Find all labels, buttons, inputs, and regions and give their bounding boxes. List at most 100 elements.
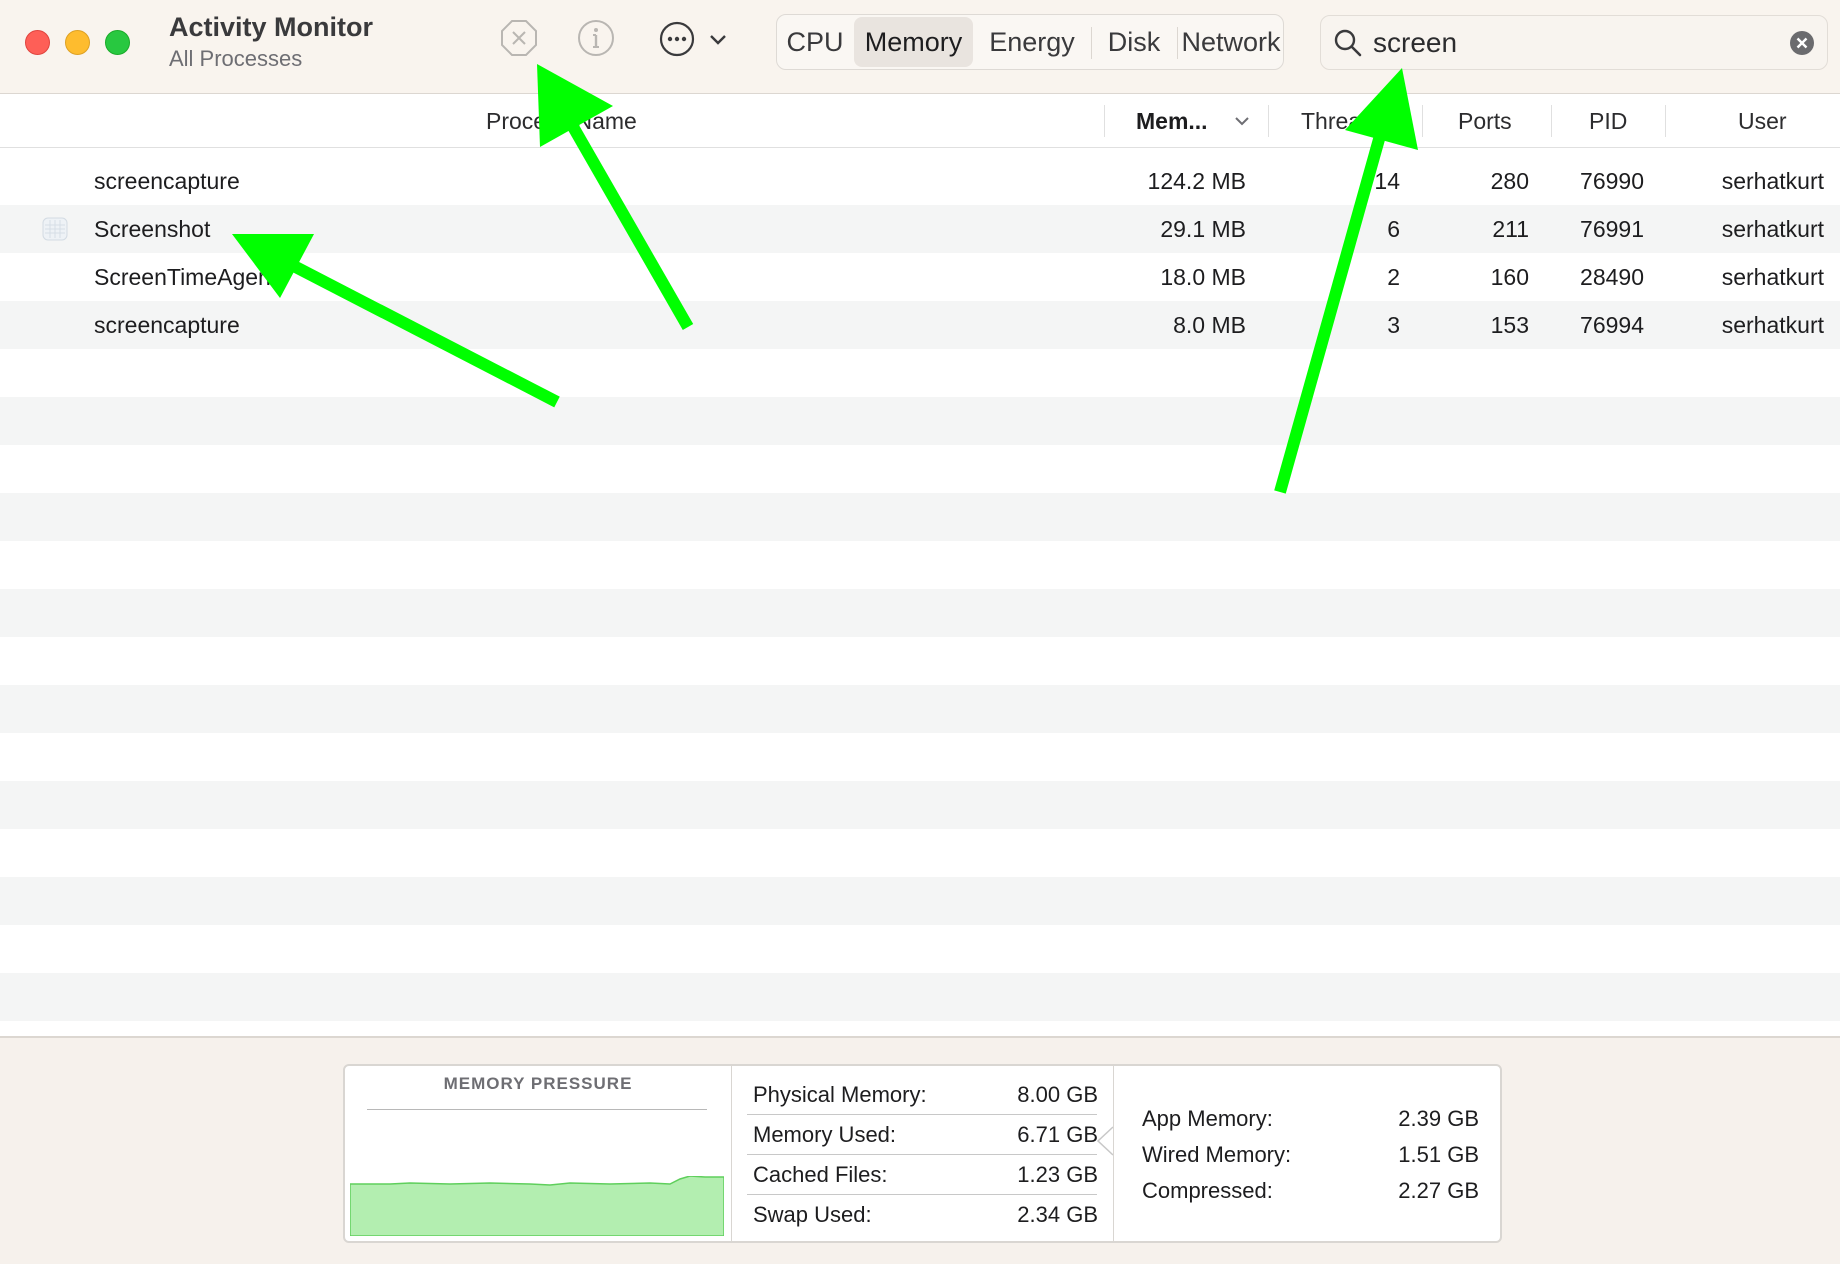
column-separator	[1422, 105, 1423, 137]
user-value: serhatkurt	[1721, 312, 1824, 338]
cached-files-row: Cached Files: 1.23 GB	[753, 1156, 1098, 1194]
search-input[interactable]	[1371, 22, 1775, 64]
process-table: screencapture 124.2 MB 14 280 76990 serh…	[0, 157, 1840, 349]
tab-energy[interactable]: Energy	[974, 15, 1090, 69]
memory-pressure-graph	[350, 1176, 724, 1236]
tab-cpu[interactable]: CPU	[777, 15, 853, 69]
memory-pressure-title: MEMORY PRESSURE	[443, 1074, 633, 1093]
swap-used-value: 2.34 GB	[1017, 1202, 1098, 1227]
memory-summary-panel: MEMORY PRESSURE Physical Memory: 8.00 GB…	[343, 1064, 1502, 1243]
memory-value: 29.1 MB	[1160, 216, 1246, 242]
table-row[interactable]: screencapture 8.0 MB 3 153 76994 serhatk…	[0, 301, 1840, 349]
empty-row	[0, 973, 1840, 1021]
stat-divider	[747, 1194, 1097, 1195]
stat-divider	[747, 1154, 1097, 1155]
minimize-window-button[interactable]	[65, 30, 90, 55]
column-header-memory[interactable]: Mem...	[1136, 95, 1208, 147]
threads-value: 2	[1387, 264, 1400, 290]
column-header-ports[interactable]: Ports	[1458, 95, 1512, 147]
bracket-pointer-icon	[1096, 1126, 1114, 1156]
empty-row	[0, 397, 1840, 445]
wired-memory-value: 1.51 GB	[1398, 1142, 1479, 1167]
table-header: Process Name Mem... Threads Ports PID Us…	[0, 95, 1840, 148]
stop-process-icon	[501, 20, 537, 56]
sort-descending-icon	[1235, 117, 1249, 126]
panel-separator	[731, 1066, 732, 1241]
window-title: Activity Monitor	[169, 12, 374, 42]
compressed-value: 2.27 GB	[1398, 1178, 1479, 1203]
app-memory-value: 2.39 GB	[1398, 1106, 1479, 1131]
ports-value: 153	[1490, 312, 1529, 338]
user-value: serhatkurt	[1721, 168, 1824, 194]
memory-used-label: Memory Used:	[753, 1122, 897, 1147]
compressed-label: Compressed:	[1142, 1178, 1273, 1203]
threads-value: 3	[1387, 312, 1400, 338]
search-field[interactable]	[1320, 15, 1828, 70]
tab-network[interactable]: Network	[1178, 15, 1283, 69]
empty-row	[0, 493, 1840, 541]
clear-search-icon[interactable]	[1789, 30, 1815, 56]
column-separator	[1551, 105, 1552, 137]
toolbar: Activity Monitor All Processes CPU Memor…	[0, 0, 1840, 94]
process-name: screencapture	[94, 312, 240, 338]
table-row[interactable]: ScreenTimeAgent 18.0 MB 2 160 28490 serh…	[0, 253, 1840, 301]
user-value: serhatkurt	[1721, 216, 1824, 242]
memory-used-value: 6.71 GB	[1017, 1122, 1098, 1147]
pid-value: 76991	[1580, 216, 1644, 242]
info-icon	[578, 20, 614, 56]
empty-row	[0, 589, 1840, 637]
pid-value: 76994	[1580, 312, 1644, 338]
empty-row	[0, 877, 1840, 925]
memory-value: 8.0 MB	[1173, 312, 1246, 338]
tab-memory[interactable]: Memory	[854, 17, 973, 67]
view-tabs: CPU Memory Energy Disk Network	[776, 14, 1284, 70]
close-window-button[interactable]	[25, 30, 50, 55]
search-icon	[1334, 29, 1362, 57]
process-name: Screenshot	[94, 216, 211, 242]
column-header-threads[interactable]: Threads	[1301, 95, 1385, 147]
more-options-button[interactable]	[657, 18, 731, 58]
column-separator	[1665, 105, 1666, 137]
wired-memory-label: Wired Memory:	[1142, 1142, 1292, 1167]
window-subtitle: All Processes	[169, 46, 303, 71]
ports-value: 211	[1492, 216, 1529, 242]
ports-value: 280	[1490, 168, 1529, 194]
table-row[interactable]: screencapture 124.2 MB 14 280 76990 serh…	[0, 157, 1840, 205]
app-memory-label: App Memory:	[1142, 1106, 1273, 1131]
compressed-row: Compressed: 2.27 GB	[1142, 1172, 1479, 1210]
swap-used-row: Swap Used: 2.34 GB	[753, 1196, 1098, 1234]
memory-value: 18.0 MB	[1160, 264, 1246, 290]
swap-used-label: Swap Used:	[753, 1202, 872, 1227]
table-row[interactable]: Screenshot 29.1 MB 6 211 76991 serhatkur…	[0, 205, 1840, 253]
memory-value: 124.2 MB	[1147, 168, 1246, 194]
pid-value: 28490	[1580, 264, 1644, 290]
column-header-pid[interactable]: PID	[1589, 95, 1627, 147]
threads-value: 14	[1374, 168, 1400, 194]
column-separator	[1268, 105, 1269, 137]
panel-separator	[1113, 1066, 1114, 1241]
physical-memory-value: 8.00 GB	[1017, 1082, 1098, 1107]
stop-process-button[interactable]	[499, 18, 539, 58]
empty-row	[0, 685, 1840, 733]
column-header-user[interactable]: User	[1738, 95, 1787, 147]
threads-value: 6	[1387, 216, 1400, 242]
process-name: ScreenTimeAgent	[94, 264, 278, 290]
physical-memory-label: Physical Memory:	[753, 1082, 927, 1107]
stat-divider	[747, 1114, 1097, 1115]
process-name: screencapture	[94, 168, 240, 194]
physical-memory-row: Physical Memory: 8.00 GB	[753, 1076, 1098, 1114]
memory-summary-footer: MEMORY PRESSURE Physical Memory: 8.00 GB…	[0, 1036, 1840, 1264]
column-separator	[1104, 105, 1105, 137]
empty-row	[0, 781, 1840, 829]
pid-value: 76990	[1580, 168, 1644, 194]
zoom-window-button[interactable]	[105, 30, 130, 55]
ports-value: 160	[1490, 264, 1529, 290]
inspect-process-button[interactable]	[576, 18, 616, 58]
more-options-icon	[659, 21, 726, 57]
wired-memory-row: Wired Memory: 1.51 GB	[1142, 1136, 1479, 1174]
cached-files-label: Cached Files:	[753, 1162, 888, 1187]
cached-files-value: 1.23 GB	[1017, 1162, 1098, 1187]
screenshot-app-icon	[42, 217, 68, 241]
tab-disk[interactable]: Disk	[1092, 15, 1176, 69]
column-header-process-name[interactable]: Process Name	[486, 95, 637, 147]
